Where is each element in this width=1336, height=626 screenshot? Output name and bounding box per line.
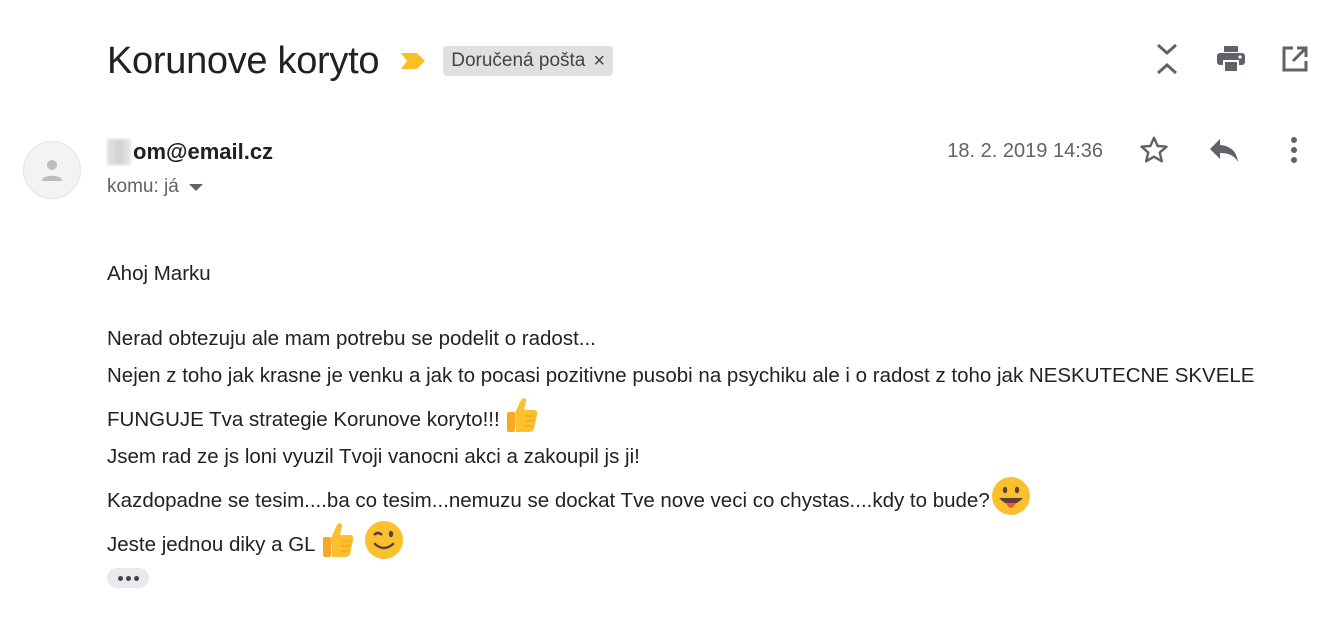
importance-marker-icon[interactable] (399, 51, 427, 71)
dot (133, 575, 139, 581)
thumbs-up-emoji-icon (506, 398, 538, 432)
show-details-caret-icon[interactable] (188, 183, 203, 191)
body-paragraph-5: Jeste jednou diky a GL (107, 519, 1317, 563)
sender-email: om@email.cz (133, 139, 274, 164)
thread-actions (1150, 42, 1312, 76)
recipient-label: komu: já (107, 176, 179, 197)
tongue-out-emoji-icon (991, 477, 1030, 515)
collapse-all-button[interactable] (1150, 42, 1184, 76)
body-paragraph-4: Kazdopadne se tesim....ba co tesim...nem… (107, 475, 1317, 519)
message-date: 18. 2. 2019 14:36 (947, 140, 1103, 162)
body-line-4: Kazdopadne se tesim....ba co tesim...nem… (107, 489, 990, 512)
open-in-new-icon (1282, 46, 1308, 72)
label-chip-inbox: Doručená pošta × (443, 46, 614, 76)
star-outline-icon (1140, 136, 1168, 163)
dot (117, 575, 123, 581)
body-line-3: Jsem rad ze js loni vyuzil Tvoji vanocni… (107, 445, 640, 468)
person-icon (42, 160, 62, 181)
sender-avatar[interactable] (23, 141, 81, 199)
print-button[interactable] (1214, 42, 1248, 76)
more-options-button[interactable] (1277, 133, 1311, 167)
message-body: Ahoj Marku Nerad obtezuju ale mam potreb… (107, 255, 1317, 563)
message-actions (1137, 133, 1311, 167)
body-line-5: Jeste jednou diky a GL (107, 533, 316, 556)
body-paragraph-2: Nejen z toho jak krasne je venku a jak t… (107, 357, 1317, 438)
sender[interactable]: om@email.cz (107, 136, 273, 168)
open-in-new-window-button[interactable] (1278, 42, 1312, 76)
remove-label-button[interactable]: × (593, 50, 605, 73)
star-button[interactable] (1137, 133, 1171, 167)
reply-button[interactable] (1207, 133, 1241, 167)
label-chip-text: Doručená pošta (451, 50, 586, 71)
thumbs-up-emoji-icon (322, 523, 353, 557)
redacted-sender-prefix (107, 139, 131, 165)
body-line-2: Nejen z toho jak krasne je venku a jak t… (107, 364, 1255, 431)
body-line-1: Nerad obtezuju ale mam potrebu se podeli… (107, 327, 596, 350)
winking-face-emoji-icon (365, 521, 404, 559)
subject-row: Korunove koryto Doručená pošta × (107, 36, 614, 86)
print-icon (1217, 46, 1245, 73)
show-trimmed-content-button[interactable] (107, 568, 149, 588)
recipient-details: komu: já (107, 176, 203, 198)
reply-icon (1210, 139, 1238, 162)
more-vert-icon (1291, 137, 1297, 163)
email-subject: Korunove koryto (107, 40, 380, 82)
unfold-less-icon (1157, 43, 1177, 75)
dot (125, 575, 131, 581)
greeting-line: Ahoj Marku (107, 262, 211, 285)
